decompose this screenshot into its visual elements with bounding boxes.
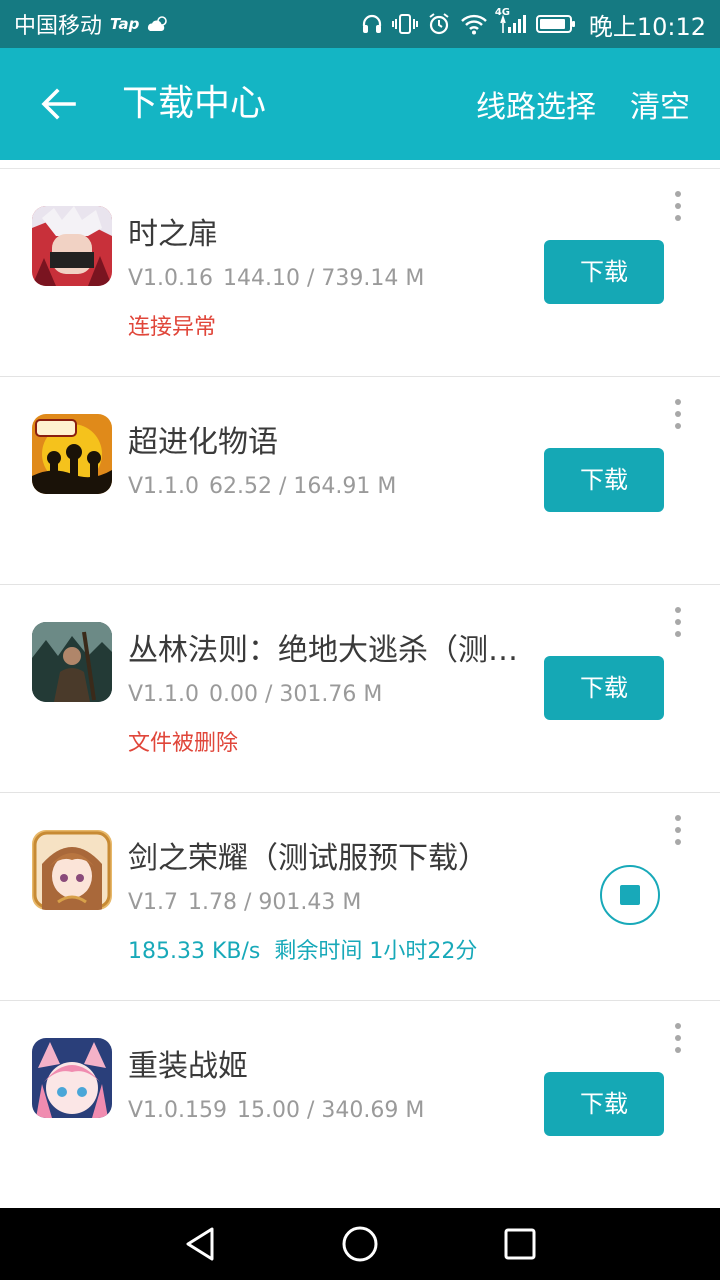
download-progress-text: 15.00 / 340.69 M bbox=[237, 1098, 425, 1123]
more-options-icon[interactable] bbox=[668, 1023, 688, 1053]
app-meta: V1.1.0 62.52 / 164.91 M bbox=[128, 474, 396, 499]
app-meta: V1.0.159 15.00 / 340.69 M bbox=[128, 1098, 424, 1123]
app-meta: V1.1.0 0.00 / 301.76 M bbox=[128, 682, 382, 707]
weather-icon bbox=[147, 15, 171, 33]
signal-icon: 4G bbox=[495, 7, 527, 35]
route-select-button[interactable]: 线路选择 bbox=[476, 82, 596, 126]
app-version: V1.7 bbox=[128, 890, 179, 915]
status-bar: 中国移动 Tap 4G 晚上10:12 bbox=[0, 0, 720, 48]
home-circle-icon bbox=[342, 1226, 378, 1262]
download-item[interactable]: 时之扉 V1.0.16 144.10 / 739.14 M 连接异常 下载 bbox=[0, 169, 720, 377]
network-type-label: 4G bbox=[494, 7, 510, 18]
nav-back-button[interactable] bbox=[178, 1222, 222, 1266]
carrier-label: 中国移动 bbox=[14, 14, 103, 39]
wifi-icon bbox=[460, 13, 488, 35]
app-version: V1.0.16 bbox=[128, 266, 214, 291]
alarm-icon bbox=[427, 12, 451, 36]
vibrate-icon bbox=[391, 13, 418, 35]
app-version: V1.1.0 bbox=[128, 474, 200, 499]
app-name: 丛林法则：绝地大逃杀（测… bbox=[128, 633, 518, 668]
download-item[interactable]: 超进化物语 V1.1.0 62.52 / 164.91 M 下载 bbox=[0, 377, 720, 585]
download-item[interactable]: 丛林法则：绝地大逃杀（测… V1.1.0 0.00 / 301.76 M 文件被删… bbox=[0, 585, 720, 793]
stop-icon bbox=[620, 885, 640, 905]
app-name: 时之扉 bbox=[128, 217, 218, 252]
app-name: 重装战姬 bbox=[128, 1049, 248, 1084]
back-triangle-icon bbox=[186, 1227, 214, 1261]
download-item[interactable]: 剑之荣耀（测试服预下载） V1.7 1.78 / 901.43 M 185.33 … bbox=[0, 793, 720, 1001]
more-options-icon[interactable] bbox=[668, 607, 688, 637]
nav-home-button[interactable] bbox=[338, 1222, 382, 1266]
app-version: V1.0.159 bbox=[128, 1098, 228, 1123]
download-progress-text: 0.00 / 301.76 M bbox=[209, 682, 383, 707]
status-text: 连接异常 bbox=[128, 315, 217, 340]
back-arrow-icon bbox=[41, 88, 76, 120]
app-icon-shizhifei bbox=[32, 206, 112, 286]
download-progress-text: 62.52 / 164.91 M bbox=[209, 474, 397, 499]
app-meta: V1.7 1.78 / 901.43 M bbox=[128, 890, 361, 915]
download-button[interactable]: 下载 bbox=[544, 1072, 664, 1136]
back-button[interactable] bbox=[30, 76, 86, 132]
more-options-icon[interactable] bbox=[668, 399, 688, 429]
page-title: 下载中心 bbox=[122, 83, 267, 124]
more-options-icon[interactable] bbox=[668, 815, 688, 845]
headset-icon bbox=[361, 13, 383, 35]
app-name: 剑之荣耀（测试服预下载） bbox=[128, 841, 488, 876]
tap-label: Tap bbox=[110, 15, 140, 33]
app-meta: V1.0.16 144.10 / 739.14 M bbox=[128, 266, 424, 291]
app-toolbar: 下载中心 线路选择 清空 bbox=[0, 48, 720, 160]
download-button[interactable]: 下载 bbox=[544, 448, 664, 512]
system-nav-bar bbox=[0, 1208, 720, 1280]
download-button[interactable]: 下载 bbox=[544, 656, 664, 720]
app-icon-chaojinhua bbox=[32, 414, 112, 494]
download-progress-text: 144.10 / 739.14 M bbox=[223, 266, 425, 291]
more-options-icon[interactable] bbox=[668, 191, 688, 221]
app-version: V1.1.0 bbox=[128, 682, 200, 707]
clock-time: 晚上10:12 bbox=[588, 12, 706, 41]
stop-download-button[interactable] bbox=[600, 865, 660, 925]
download-progress-text: 1.78 / 901.43 M bbox=[188, 890, 362, 915]
status-text: 文件被删除 bbox=[128, 731, 239, 756]
app-icon-conglin bbox=[32, 622, 112, 702]
app-icon-jianzhirongyao bbox=[32, 830, 112, 910]
download-item[interactable]: 重装战姬 V1.0.159 15.00 / 340.69 M 下载 bbox=[0, 1001, 720, 1209]
download-button[interactable]: 下载 bbox=[544, 240, 664, 304]
download-speed-text: 185.33 KB/s 剩余时间 1小时22分 bbox=[128, 939, 478, 964]
recents-square-icon bbox=[504, 1228, 536, 1260]
app-name: 超进化物语 bbox=[128, 425, 278, 460]
battery-icon bbox=[535, 14, 576, 34]
clear-button[interactable]: 清空 bbox=[630, 82, 690, 126]
nav-recents-button[interactable] bbox=[498, 1222, 542, 1266]
app-icon-zhongzhuangzhanji bbox=[32, 1038, 112, 1118]
